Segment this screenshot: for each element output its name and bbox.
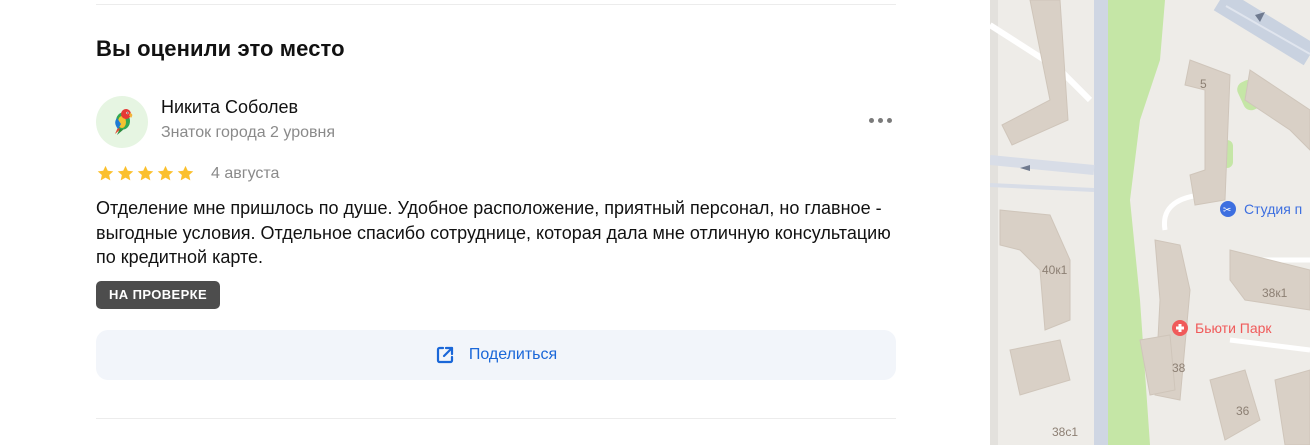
- star-icon: [97, 165, 114, 181]
- house-number: 36: [1236, 404, 1250, 418]
- house-number: 38с1: [1052, 425, 1078, 439]
- star-icon: [177, 165, 194, 181]
- author-level: Знаток города 2 уровня: [161, 124, 336, 141]
- star-icon: [137, 165, 154, 181]
- status-badge: НА ПРОВЕРКЕ: [96, 281, 221, 309]
- house-number: 38: [1172, 361, 1186, 375]
- share-button[interactable]: Поделиться: [96, 330, 896, 380]
- section-title: Вы оценили это место: [96, 36, 345, 61]
- external-share-icon: [436, 346, 453, 364]
- more-dots-icon[interactable]: [864, 108, 896, 132]
- parrot-icon: [115, 109, 133, 135]
- house-number: 5: [1200, 77, 1207, 91]
- menu-dot: [877, 117, 883, 123]
- share-label: Поделиться: [468, 346, 558, 363]
- house-number: 40к1: [1042, 263, 1068, 277]
- bottom-divider: [96, 418, 896, 419]
- menu-dot: [868, 117, 874, 123]
- rating-stars: [96, 164, 195, 183]
- house-number: 38к1: [1262, 286, 1288, 300]
- svg-text:✂: ✂: [1223, 205, 1231, 216]
- map-view[interactable]: 5 40к1 38к1 38 36 38с1 ✂ Студия п Бьюти …: [990, 0, 1310, 445]
- poi-studio[interactable]: ✂ Студия п: [1220, 201, 1302, 217]
- map-canvas[interactable]: 5 40к1 38к1 38 36 38с1 ✂ Студия п Бьюти …: [990, 0, 1310, 445]
- review-panel: Вы оценили это место Никита Соболев Знат…: [0, 0, 990, 445]
- avatar[interactable]: [96, 96, 148, 148]
- review-date: 4 августа: [211, 165, 280, 182]
- poi-label: Бьюти Парк: [1195, 320, 1272, 336]
- poi-label: Студия п: [1244, 201, 1302, 217]
- star-icon: [117, 165, 134, 181]
- star-icon: [157, 165, 174, 181]
- author-name[interactable]: Никита Соболев: [161, 97, 298, 118]
- top-divider: [96, 4, 896, 5]
- review-text: Отделение мне пришлось по душе. Удобное …: [96, 198, 891, 267]
- menu-dot: [886, 117, 892, 123]
